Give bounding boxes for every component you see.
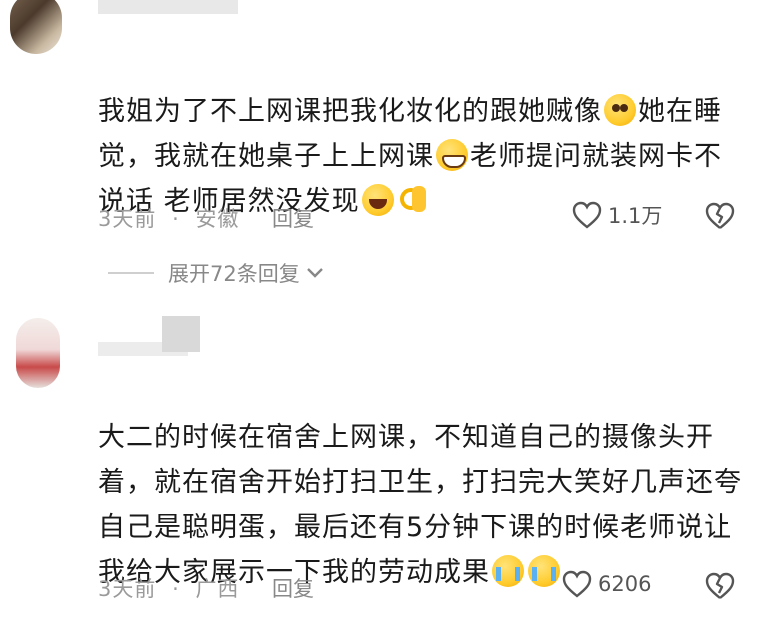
avatar[interactable] bbox=[10, 0, 62, 54]
comment-text: 我姐为了不上网课把我化妆化的跟她贼像 她在睡觉，我就在她桌子上上网课 老师提问就装网… bbox=[98, 44, 748, 269]
comment-time: 3天前 bbox=[98, 207, 157, 231]
comment-region: 广西 bbox=[195, 577, 240, 601]
divider-line bbox=[108, 272, 154, 274]
grin-sweat-emoji-icon bbox=[436, 139, 468, 171]
broken-heart-icon[interactable] bbox=[704, 572, 736, 600]
expand-replies-label: 展开72条回复 bbox=[168, 262, 300, 286]
like-button[interactable]: 6206 bbox=[562, 570, 651, 598]
username-blurred bbox=[98, 0, 238, 14]
comment-time: 3天前 bbox=[98, 577, 157, 601]
comment-region: 安徽 bbox=[195, 207, 240, 231]
username-blurred-block bbox=[162, 316, 200, 352]
like-button[interactable]: 1.1万 bbox=[572, 200, 662, 230]
comment-meta: 3天前 · 广西 bbox=[98, 573, 239, 603]
like-count: 1.1万 bbox=[608, 204, 663, 228]
heart-icon bbox=[572, 201, 602, 229]
comment-meta: 3天前 · 安徽 bbox=[98, 203, 239, 233]
reply-button[interactable]: 回复 bbox=[272, 573, 314, 603]
chevron-down-icon bbox=[306, 268, 323, 278]
crying-emoji-icon bbox=[492, 555, 524, 587]
meta-separator: · bbox=[172, 577, 180, 601]
reply-button[interactable]: 回复 bbox=[272, 203, 314, 233]
comment-text-part-1: 大二的时候在宿舍上网课，不知道自己的摄像头开着，就在宿舍开始打扫卫生，打扫完大笑… bbox=[98, 422, 742, 588]
blush-emoji-icon bbox=[604, 94, 636, 126]
like-count: 6206 bbox=[598, 572, 652, 596]
crying-emoji-icon bbox=[528, 555, 560, 587]
ok-hand-emoji-icon bbox=[398, 184, 428, 216]
laugh-cry-emoji-icon bbox=[361, 184, 394, 216]
meta-separator: · bbox=[172, 207, 180, 231]
heart-icon bbox=[562, 570, 592, 598]
broken-heart-icon[interactable] bbox=[704, 202, 736, 230]
comment-text-part-1: 我姐为了不上网课把我化妆化的跟她贼像 bbox=[98, 96, 602, 127]
avatar[interactable] bbox=[16, 318, 60, 388]
expand-replies-button[interactable]: 展开72条回复 bbox=[108, 258, 324, 288]
